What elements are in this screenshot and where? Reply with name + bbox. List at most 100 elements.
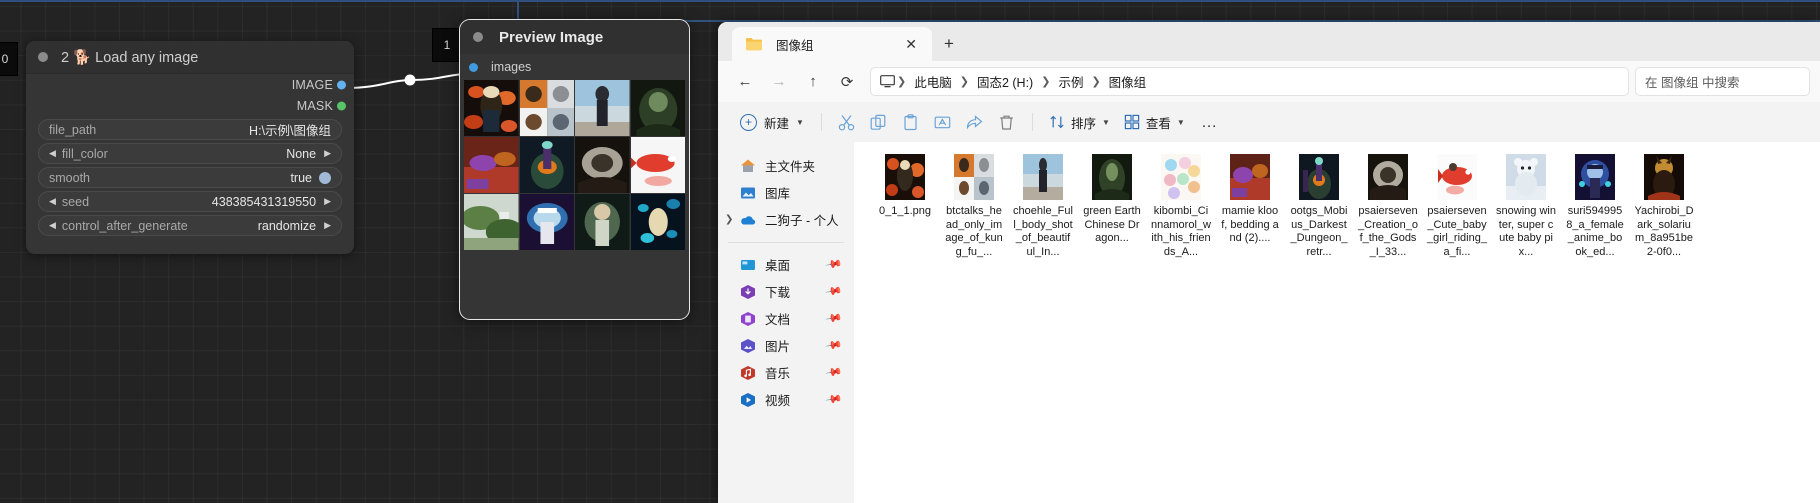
copy-button[interactable] xyxy=(863,108,895,136)
close-icon[interactable]: ✕ xyxy=(900,35,922,53)
search-placeholder: 在 图像组 中搜索 xyxy=(1645,76,1740,90)
preview-thumbnail-grid[interactable] xyxy=(464,80,685,250)
pin-icon[interactable]: 📌 xyxy=(825,390,844,409)
preview-thumb[interactable] xyxy=(630,80,685,136)
node-preview-titlebar[interactable]: Preview Image xyxy=(460,20,689,54)
preview-thumb[interactable] xyxy=(519,137,574,193)
new-button[interactable]: + 新建 ▼ xyxy=(732,113,812,132)
preview-thumb[interactable] xyxy=(519,194,574,250)
preview-thumb[interactable] xyxy=(575,137,630,193)
file-item[interactable]: green Earth Chinese Dragon... xyxy=(1079,154,1145,259)
file-item[interactable]: btctalks_head_only_image_of_kung_fu_... xyxy=(941,154,1007,259)
node-collapse-icon[interactable] xyxy=(38,52,48,62)
sidebar-item-gallery[interactable]: 图库 xyxy=(718,179,854,206)
pin-icon[interactable]: 📌 xyxy=(825,282,844,301)
widget-smooth-toggle-icon[interactable] xyxy=(319,171,331,184)
file-list-pane[interactable]: 0_1_1.png btctalks_head_only_image_of_ku… xyxy=(854,142,1820,503)
delete-button[interactable] xyxy=(991,108,1023,136)
pin-icon[interactable]: 📌 xyxy=(825,363,844,382)
new-tab-button[interactable]: + xyxy=(932,27,966,61)
widget-control-prev-icon[interactable]: ◀ xyxy=(49,221,56,230)
search-input[interactable]: 在 图像组 中搜索 xyxy=(1635,67,1810,96)
file-item[interactable]: suri5949958_a_female_anime_book_ed... xyxy=(1562,154,1628,259)
preview-thumb[interactable] xyxy=(464,194,519,250)
sidebar-item-documents[interactable]: 文档 📌 xyxy=(718,305,854,332)
breadcrumb-item[interactable]: 示例 xyxy=(1052,72,1089,91)
widget-fill-color-prev-icon[interactable]: ◀ xyxy=(49,149,56,158)
preview-thumb[interactable] xyxy=(575,80,630,136)
explorer-tab[interactable]: 图像组 ✕ xyxy=(732,27,932,61)
share-button[interactable] xyxy=(959,108,991,136)
sidebar-item-pictures[interactable]: 图片 📌 xyxy=(718,332,854,359)
sidebar-item-desktop[interactable]: 桌面 📌 xyxy=(718,251,854,278)
widget-control-after-generate[interactable]: ◀ control_after_generate randomize ▶ xyxy=(38,215,342,236)
breadcrumb-item[interactable]: 图像组 xyxy=(1103,72,1153,91)
preview-thumb[interactable] xyxy=(575,194,630,250)
file-item[interactable]: ootgs_Mobius_Darkest_Dungeon_retr... xyxy=(1286,154,1352,259)
explorer-titlebar[interactable]: 图像组 ✕ + xyxy=(718,22,1820,61)
port-dot-images-icon[interactable] xyxy=(469,62,478,72)
pin-icon[interactable]: 📌 xyxy=(825,255,844,274)
file-item[interactable]: mamie kloof, bedding and (2).... xyxy=(1217,154,1283,259)
widget-seed[interactable]: ◀ seed 438385431319550 ▶ xyxy=(38,191,342,212)
file-item[interactable]: kibombi_Cinnamorol_with_his_friends_A... xyxy=(1148,154,1214,259)
widget-control-next-icon[interactable]: ▶ xyxy=(324,221,331,230)
port-dot-mask-icon[interactable] xyxy=(337,101,346,110)
view-button[interactable]: 查看 ▼ xyxy=(1117,113,1192,132)
sidebar-item-downloads[interactable]: 下载 📌 xyxy=(718,278,854,305)
more-options-button[interactable]: ... xyxy=(1192,114,1228,131)
file-item[interactable]: psaierseven_Cute_baby_girl_riding_a_fi..… xyxy=(1424,154,1490,259)
preview-thumb[interactable] xyxy=(630,137,685,193)
cut-button[interactable] xyxy=(831,108,863,136)
forward-button[interactable]: → xyxy=(762,67,796,97)
widget-file-path-value[interactable]: H:\示例\图像组 xyxy=(249,120,331,139)
node-load-titlebar[interactable]: 2 🐕 Load any image xyxy=(26,41,354,74)
node-preview-image[interactable]: Preview Image images xyxy=(459,19,690,320)
sidebar-item-music[interactable]: 音乐 📌 xyxy=(718,359,854,386)
widget-fill-color[interactable]: ◀ fill_color None ▶ xyxy=(38,143,342,164)
widget-seed-value[interactable]: 438385431319550 xyxy=(212,195,316,209)
breadcrumb-item[interactable]: 此电脑 xyxy=(908,72,958,91)
pin-icon[interactable]: 📌 xyxy=(825,309,844,328)
output-port-mask[interactable]: MASK xyxy=(26,95,354,116)
node-preview-collapse-icon[interactable] xyxy=(473,32,483,42)
file-item[interactable]: choehle_Full_body_shot_of_beautiful_In..… xyxy=(1010,154,1076,259)
widget-control-value[interactable]: randomize xyxy=(258,219,316,233)
navigation-pane[interactable]: 主文件夹 图库 ❯ 二狗子 - 个人 桌面 📌 下载 📌 文档 📌 图片 📌 音… xyxy=(718,142,854,503)
preview-thumb[interactable] xyxy=(630,194,685,250)
port-dot-image-icon[interactable] xyxy=(337,80,346,89)
output-port-image[interactable]: IMAGE xyxy=(26,74,354,95)
widget-file-path[interactable]: file_path H:\示例\图像组 xyxy=(38,119,342,140)
widget-seed-next-icon[interactable]: ▶ xyxy=(324,197,331,206)
widget-fill-color-value[interactable]: None xyxy=(286,147,316,161)
preview-thumb[interactable] xyxy=(519,80,574,136)
file-explorer-window[interactable]: 图像组 ✕ + ← → ↑ ⟳ ❯ 此电脑 ❯ 固态2 (H:) ❯ 示例 ❯ xyxy=(718,22,1820,503)
sort-button[interactable]: 排序 ▼ xyxy=(1042,113,1117,132)
sidebar-item-videos[interactable]: 视频 📌 xyxy=(718,386,854,413)
input-port-images[interactable]: images xyxy=(460,54,689,80)
breadcrumb-item[interactable]: 固态2 (H:) xyxy=(971,72,1039,91)
back-button[interactable]: ← xyxy=(728,67,762,97)
paste-button[interactable] xyxy=(895,108,927,136)
preview-thumb[interactable] xyxy=(464,80,519,136)
file-item[interactable]: Yachirobi_Dark_solarium_8a951be2-0f0... xyxy=(1631,154,1697,259)
chevron-down-icon[interactable]: ▼ xyxy=(796,118,804,127)
widget-smooth[interactable]: smooth true xyxy=(38,167,342,188)
widget-fill-color-next-icon[interactable]: ▶ xyxy=(324,149,331,158)
sidebar-item-home[interactable]: 主文件夹 xyxy=(718,152,854,179)
rename-button[interactable] xyxy=(927,108,959,136)
up-button[interactable]: ↑ xyxy=(796,67,830,97)
widget-seed-prev-icon[interactable]: ◀ xyxy=(49,197,56,206)
file-item[interactable]: 0_1_1.png xyxy=(872,154,938,259)
file-item[interactable]: psaierseven_Creation_of_the_Gods_I_33... xyxy=(1355,154,1421,259)
refresh-button[interactable]: ⟳ xyxy=(830,67,864,97)
sidebar-item-onedrive[interactable]: ❯ 二狗子 - 个人 xyxy=(718,206,854,233)
chevron-right-icon[interactable]: ❯ xyxy=(725,214,733,225)
node-load-any-image[interactable]: 2 🐕 Load any image IMAGE MASK file_path … xyxy=(26,41,354,254)
address-bar[interactable]: ❯ 此电脑 ❯ 固态2 (H:) ❯ 示例 ❯ 图像组 xyxy=(870,67,1629,96)
chevron-down-icon[interactable]: ▼ xyxy=(1102,118,1110,127)
pin-icon[interactable]: 📌 xyxy=(825,336,844,355)
chevron-down-icon[interactable]: ▼ xyxy=(1177,118,1185,127)
preview-thumb[interactable] xyxy=(464,137,519,193)
file-item[interactable]: snowing winter, super cute baby pix... xyxy=(1493,154,1559,259)
